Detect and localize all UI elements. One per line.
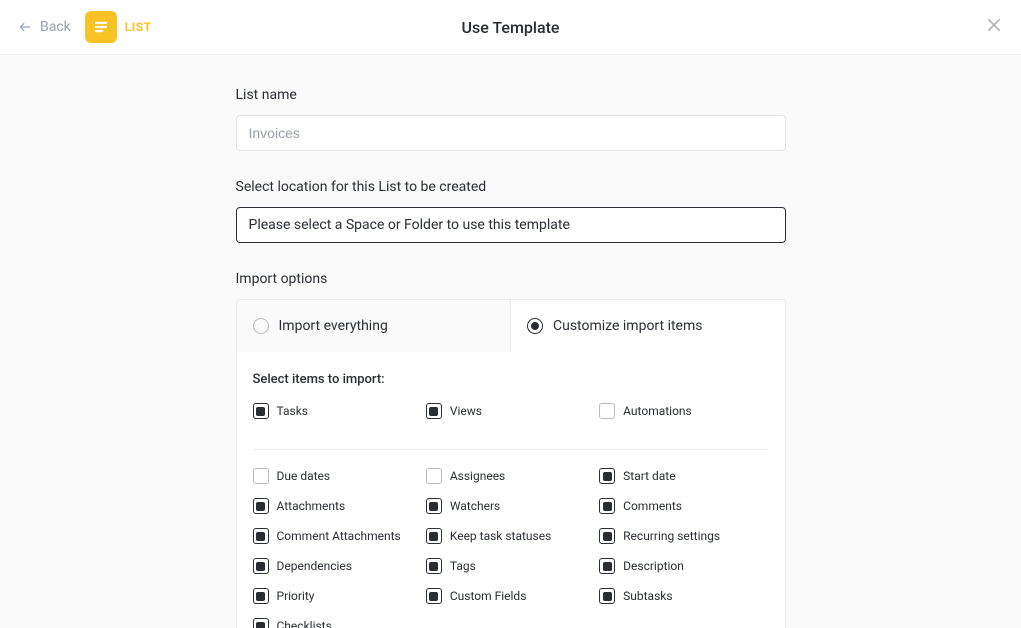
import-options-label: Import options [236, 271, 786, 287]
checkbox-item[interactable]: Start date [599, 468, 768, 484]
list-icon [85, 11, 117, 43]
checkbox-item[interactable]: Custom Fields [426, 588, 595, 604]
checkbox-item[interactable]: Priority [253, 588, 422, 604]
import-columns: Due dates Attachments Comment Attachments D… [253, 468, 769, 628]
checkbox-label: Attachments [277, 499, 346, 513]
arrow-left-icon [16, 20, 34, 34]
close-button[interactable] [985, 16, 1003, 38]
checkbox-item[interactable]: Due dates [253, 468, 422, 484]
list-type-label: LIST [125, 20, 152, 34]
checkbox-label: Automations [623, 404, 692, 418]
radio-icon [527, 318, 543, 334]
list-name-label: List name [236, 87, 786, 103]
checkbox-item[interactable]: Dependencies [253, 558, 422, 574]
checkbox-label: Tags [450, 559, 476, 573]
checkbox-label: Keep task statuses [450, 529, 551, 543]
checkbox-item[interactable]: Description [599, 558, 768, 574]
checkbox-item[interactable]: Automations [599, 403, 768, 419]
location-label: Select location for this List to be crea… [236, 179, 786, 195]
checkbox-label: Description [623, 559, 684, 573]
checkbox-label: Due dates [277, 469, 331, 483]
checkbox-label: Checklists [277, 619, 332, 628]
import-top-row: Tasks Views Automations [253, 403, 769, 450]
list-type-tag: LIST [85, 11, 152, 43]
checkbox-icon [599, 558, 615, 574]
radio-customize-import[interactable]: Customize import items [511, 300, 785, 352]
checkbox-icon [426, 588, 442, 604]
checkbox-icon [599, 468, 615, 484]
checkbox-label: Assignees [450, 469, 505, 483]
import-radio-group: Import everything Customize import items [236, 299, 786, 352]
checkbox-label: Comments [623, 499, 682, 513]
checkbox-icon [426, 498, 442, 514]
checkbox-icon [426, 468, 442, 484]
checkbox-item[interactable]: Keep task statuses [426, 528, 595, 544]
checkbox-icon [253, 498, 269, 514]
modal-body: List name Select location for this List … [0, 55, 1021, 628]
radio-label: Customize import items [553, 318, 702, 334]
checkbox-item[interactable]: Views [426, 403, 595, 419]
radio-icon [253, 318, 269, 334]
checkbox-icon [253, 558, 269, 574]
checkbox-item[interactable]: Attachments [253, 498, 422, 514]
checkbox-item[interactable]: Tags [426, 558, 595, 574]
modal-header: Back LIST Use Template [0, 0, 1021, 55]
checkbox-icon [599, 498, 615, 514]
checkbox-item[interactable]: Subtasks [599, 588, 768, 604]
checkbox-icon [253, 618, 269, 628]
import-col-2: Assignees Watchers Keep task statuses Tags C… [426, 468, 595, 628]
checkbox-icon [253, 468, 269, 484]
checkbox-icon [599, 403, 615, 419]
radio-label: Import everything [279, 318, 388, 334]
checkbox-item[interactable]: Comments [599, 498, 768, 514]
back-button[interactable]: Back [16, 19, 71, 35]
checkbox-item[interactable]: Tasks [253, 403, 422, 419]
checkbox-label: Subtasks [623, 589, 672, 603]
location-select[interactable]: Please select a Space or Folder to use t… [236, 207, 786, 243]
import-col-3: Start date Comments Recurring settings Desc… [599, 468, 768, 628]
checkbox-icon [253, 588, 269, 604]
checkbox-label: Start date [623, 469, 675, 483]
checkbox-label: Tasks [277, 404, 309, 418]
checkbox-item[interactable]: Assignees [426, 468, 595, 484]
checkbox-icon [426, 558, 442, 574]
checkbox-label: Views [450, 404, 482, 418]
checkbox-label: Priority [277, 589, 315, 603]
checkbox-icon [426, 528, 442, 544]
checkbox-label: Custom Fields [450, 589, 527, 603]
select-items-label: Select items to import: [253, 372, 769, 387]
checkbox-item[interactable]: Checklists [253, 618, 422, 628]
checkbox-item[interactable]: Comment Attachments [253, 528, 422, 544]
import-items-panel: Select items to import: Tasks Views Automa… [236, 352, 786, 628]
checkbox-label: Dependencies [277, 559, 352, 573]
checkbox-label: Recurring settings [623, 529, 720, 543]
checkbox-label: Comment Attachments [277, 529, 401, 543]
back-label: Back [40, 19, 71, 35]
checkbox-item[interactable]: Watchers [426, 498, 595, 514]
checkbox-label: Watchers [450, 499, 500, 513]
checkbox-icon [253, 403, 269, 419]
checkbox-icon [426, 403, 442, 419]
checkbox-icon [253, 528, 269, 544]
import-col-1: Due dates Attachments Comment Attachments D… [253, 468, 422, 628]
checkbox-icon [599, 528, 615, 544]
close-icon [985, 16, 1003, 34]
list-name-input[interactable] [236, 115, 786, 151]
checkbox-icon [599, 588, 615, 604]
radio-import-everything[interactable]: Import everything [237, 300, 512, 352]
modal-title: Use Template [462, 18, 560, 37]
checkbox-item[interactable]: Recurring settings [599, 528, 768, 544]
location-placeholder: Please select a Space or Folder to use t… [249, 217, 570, 233]
